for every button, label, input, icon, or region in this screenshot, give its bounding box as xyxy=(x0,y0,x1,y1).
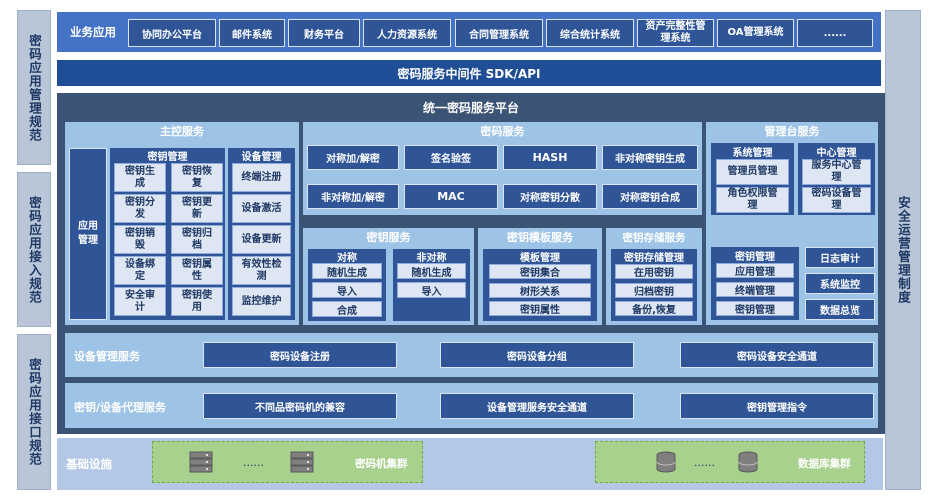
security-ops-label: 安全运营管理制度 xyxy=(896,196,911,304)
master-service-title: 主控服务 xyxy=(160,125,204,138)
device-mgmt-title: 设备管理 xyxy=(241,151,282,163)
device-mgmt-item: 监控维护 xyxy=(232,287,291,316)
system-monitor: 系统监控 xyxy=(805,273,875,294)
device-mgmt-item: 终端注册 xyxy=(232,163,291,192)
center-mgmt-title: 中心管理 xyxy=(816,147,857,159)
hsm-cluster-label: 密码机集群 xyxy=(355,458,408,470)
sym-random-gen: 随机生成 xyxy=(312,263,382,279)
device-service-label: 设备管理服务 xyxy=(74,350,140,363)
device-register: 密码设备注册 xyxy=(203,342,397,368)
device-mgmt-item: 设备激活 xyxy=(232,194,291,223)
key-mgmt-item: 密钥属性 xyxy=(171,256,223,285)
key-mgmt-item: 密钥归档 xyxy=(171,225,223,254)
proxy-compatibility: 不同品密码机的兼容 xyxy=(203,393,397,419)
sdk-api-bar: 密码服务中间件 SDK/API xyxy=(57,60,881,86)
storage-archived-keys: 归档密钥 xyxy=(615,283,693,298)
app-mgmt-box: 应用管理 xyxy=(69,148,107,320)
role-permission-mgmt: 角色权限管理 xyxy=(716,187,789,213)
crypto-mac: MAC xyxy=(404,184,498,209)
crypto-sym-encrypt: 对称加/解密 xyxy=(307,145,399,170)
key-mgmt-item: 密钥使用 xyxy=(171,287,223,316)
data-overview: 数据总览 xyxy=(805,299,875,320)
app-finance: 财务平台 xyxy=(288,19,360,47)
proxy-service-label: 密钥/设备代理服务 xyxy=(74,401,167,414)
business-label: 业务应用 xyxy=(70,25,116,39)
crypto-asym-keygen: 非对称密钥生成 xyxy=(602,145,698,170)
crypto-sym-key-disperse: 对称密钥分散 xyxy=(503,184,597,209)
key-mgmt-title: 密钥管理 xyxy=(147,151,188,163)
sys-mgmt-title: 系统管理 xyxy=(732,147,773,159)
management-spec-label: 密码应用管理规范 xyxy=(27,33,42,142)
crypto-sign-verify: 签名验签 xyxy=(404,145,498,170)
app-contract: 合同管理系统 xyxy=(455,19,543,47)
crypto-device-mgmt: 密码设备管理 xyxy=(802,187,871,213)
management-spec-panel: 密码应用管理规范 xyxy=(17,10,51,165)
access-spec-panel: 密码应用接入规范 xyxy=(17,172,51,327)
service-center-mgmt: 服务中心管理 xyxy=(802,159,871,185)
log-audit: 日志审计 xyxy=(805,247,875,268)
template-tree: 树形关系 xyxy=(489,283,591,298)
template-key-attr: 密钥属性 xyxy=(489,301,591,316)
app-mail: 邮件系统 xyxy=(219,19,285,47)
access-spec-label: 密码应用接入规范 xyxy=(27,195,42,304)
sym-title: 对称 xyxy=(337,252,357,264)
storage-active-keys: 在用密钥 xyxy=(615,264,693,279)
asym-title: 非对称 xyxy=(416,252,447,264)
key-mgmt-item: 密钥生成 xyxy=(114,163,166,192)
interface-spec-panel: 密码应用接口规范 xyxy=(17,334,51,490)
crypto-asym-encrypt: 非对称加/解密 xyxy=(307,184,399,209)
crypto-sym-key-combine: 对称密钥合成 xyxy=(602,184,698,209)
platform-title: 统一密码服务平台 xyxy=(422,100,519,115)
security-ops-panel: 安全运营管理制度 xyxy=(885,10,921,490)
admin-key-mgmt-title: 密钥管理 xyxy=(735,251,775,263)
app-hr: 人力资源系统 xyxy=(363,19,451,47)
app-mgmt-label: 应用管理 xyxy=(78,221,98,246)
key-mgmt-item: 密钥销毁 xyxy=(114,225,166,254)
app-statistics: 综合统计系统 xyxy=(546,19,634,47)
device-mgmt-item: 设备更新 xyxy=(232,225,291,254)
server-icon xyxy=(189,451,213,473)
storage-service-title: 密钥存储服务 xyxy=(622,231,686,244)
key-mgmt-item: 安全审计 xyxy=(114,287,166,316)
crypto-hash: HASH xyxy=(503,145,597,170)
db-ellipsis: ...... xyxy=(694,456,715,469)
key-mgmt-item: 密钥更新 xyxy=(171,194,223,223)
database-icon xyxy=(738,451,758,473)
storage-backup-restore: 备份,恢复 xyxy=(615,301,693,316)
template-inner-title: 模板管理 xyxy=(520,252,560,264)
storage-inner-title: 密钥存储管理 xyxy=(624,252,684,264)
app-more: ...... xyxy=(797,19,873,47)
key-mgmt-item: 设备绑定 xyxy=(114,256,166,285)
admin-user-mgmt: 管理员管理 xyxy=(716,159,789,185)
admin-service-title: 管理台服务 xyxy=(764,125,820,138)
key-mgmt-item: 密钥分发 xyxy=(114,194,166,223)
db-cluster-label: 数据库集群 xyxy=(798,458,851,470)
infra-label: 基础设施 xyxy=(66,457,112,471)
asym-import: 导入 xyxy=(397,282,466,298)
device-group: 密码设备分组 xyxy=(440,342,634,368)
template-service-title: 密钥模板服务 xyxy=(507,231,573,244)
template-key-set: 密钥集合 xyxy=(489,264,591,279)
sym-import: 导入 xyxy=(312,282,382,298)
app-oa-platform: 协同办公平台 xyxy=(128,19,216,47)
app-oa-management: OA管理系统 xyxy=(717,19,794,47)
crypto-service-title: 密码服务 xyxy=(480,125,525,138)
proxy-secure-channel: 设备管理服务安全通道 xyxy=(440,393,634,419)
proxy-key-instructions: 密钥管理指令 xyxy=(680,393,874,419)
admin-app-mgmt: 应用管理 xyxy=(716,263,794,278)
server-icon xyxy=(290,451,314,473)
hsm-ellipsis: ...... xyxy=(243,456,264,469)
key-service-title: 密钥服务 xyxy=(366,231,411,244)
admin-terminal-mgmt: 终端管理 xyxy=(716,282,794,297)
app-asset-integrity: 资产完整性管理系统 xyxy=(637,19,714,47)
device-mgmt-item: 有效性检测 xyxy=(232,256,291,285)
sym-combine: 合成 xyxy=(312,301,382,317)
asym-random-gen: 随机生成 xyxy=(397,263,466,279)
admin-key-mgmt: 密钥管理 xyxy=(716,301,794,316)
interface-spec-label: 密码应用接口规范 xyxy=(27,358,42,466)
database-icon xyxy=(656,451,676,473)
device-secure-channel: 密码设备安全通道 xyxy=(680,342,874,368)
key-mgmt-item: 密钥恢复 xyxy=(171,163,223,192)
